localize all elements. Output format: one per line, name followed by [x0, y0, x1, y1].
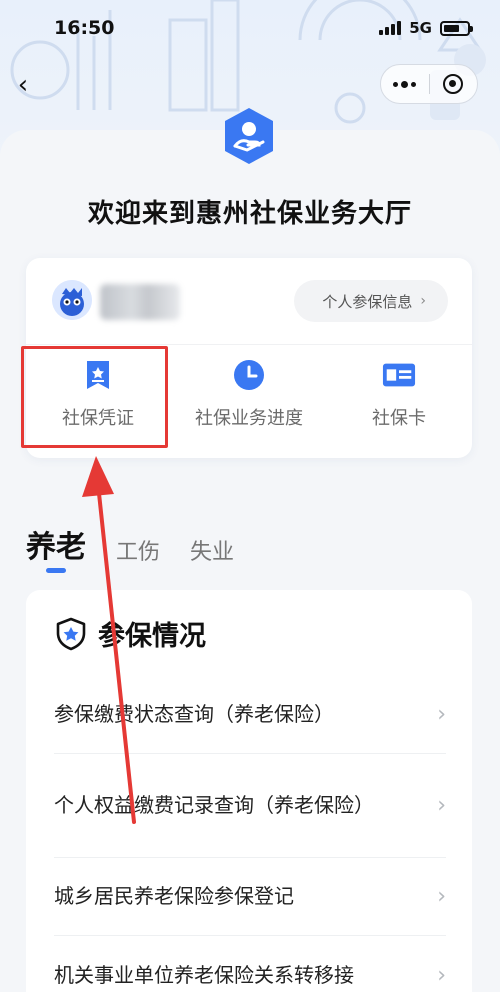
chevron-right-icon: › [437, 793, 446, 818]
tab-work-injury[interactable]: 工伤 [116, 534, 160, 566]
chevron-right-icon: › [437, 702, 446, 727]
services-card: 参保情况 参保缴费状态查询（养老保险） › 个人权益缴费记录查询（养老保险） ›… [26, 590, 472, 992]
battery-icon [440, 20, 473, 36]
quick-action-card[interactable]: 社保卡 [326, 358, 472, 444]
more-icon[interactable] [381, 65, 429, 103]
quick-action-label: 社保业务进度 [195, 408, 303, 429]
network-label: 5G [409, 19, 432, 37]
service-item[interactable]: 城乡居民养老保险参保登记 › [54, 858, 446, 936]
annotation-highlight-box [21, 346, 168, 448]
tab-unemployment[interactable]: 失业 [190, 534, 234, 566]
card-icon [382, 358, 416, 392]
quick-action-label: 社保卡 [372, 408, 426, 429]
service-item[interactable]: 个人权益缴费记录查询（养老保险） › [54, 754, 446, 858]
service-item-label: 参保缴费状态查询（养老保险） [54, 702, 334, 726]
status-time: 16:50 [54, 17, 115, 39]
insurance-tabs: 养老 工伤 失业 [26, 522, 234, 566]
services-title: 参保情况 [98, 621, 206, 652]
quick-action-progress[interactable]: 社保业务进度 [176, 358, 322, 444]
personal-insurance-info-button[interactable]: 个人参保信息 › [294, 280, 448, 322]
services-header: 参保情况 [54, 614, 206, 653]
avatar[interactable] [52, 280, 92, 320]
back-icon[interactable]: ‹ [8, 70, 38, 100]
chevron-right-icon: › [437, 962, 446, 988]
user-name-redacted [100, 284, 180, 320]
service-item[interactable]: 机关事业单位养老保险关系转移接 › [54, 936, 446, 992]
status-bar: 16:50 5G [0, 0, 500, 56]
active-tab-indicator [46, 568, 66, 573]
chevron-right-icon: › [420, 293, 426, 309]
tab-pension[interactable]: 养老 [26, 522, 86, 566]
personal-insurance-info-label: 个人参保信息 [322, 292, 413, 311]
close-mini-program-icon[interactable] [429, 65, 477, 103]
signal-icon [379, 21, 402, 35]
clock-icon [232, 358, 266, 392]
status-indicators: 5G [379, 19, 473, 37]
service-item-label: 城乡居民养老保险参保登记 [54, 884, 294, 908]
service-item[interactable]: 参保缴费状态查询（养老保险） › [54, 676, 446, 754]
shield-icon [56, 617, 86, 650]
service-item-label: 机关事业单位养老保险关系转移接 [54, 962, 354, 987]
mini-program-capsule [380, 64, 478, 104]
service-item-label: 个人权益缴费记录查询（养老保险） [54, 793, 374, 817]
chevron-right-icon: › [437, 884, 446, 909]
social-security-logo-icon [225, 108, 273, 164]
page-title: 欢迎来到惠州社保业务大厅 [87, 199, 412, 229]
